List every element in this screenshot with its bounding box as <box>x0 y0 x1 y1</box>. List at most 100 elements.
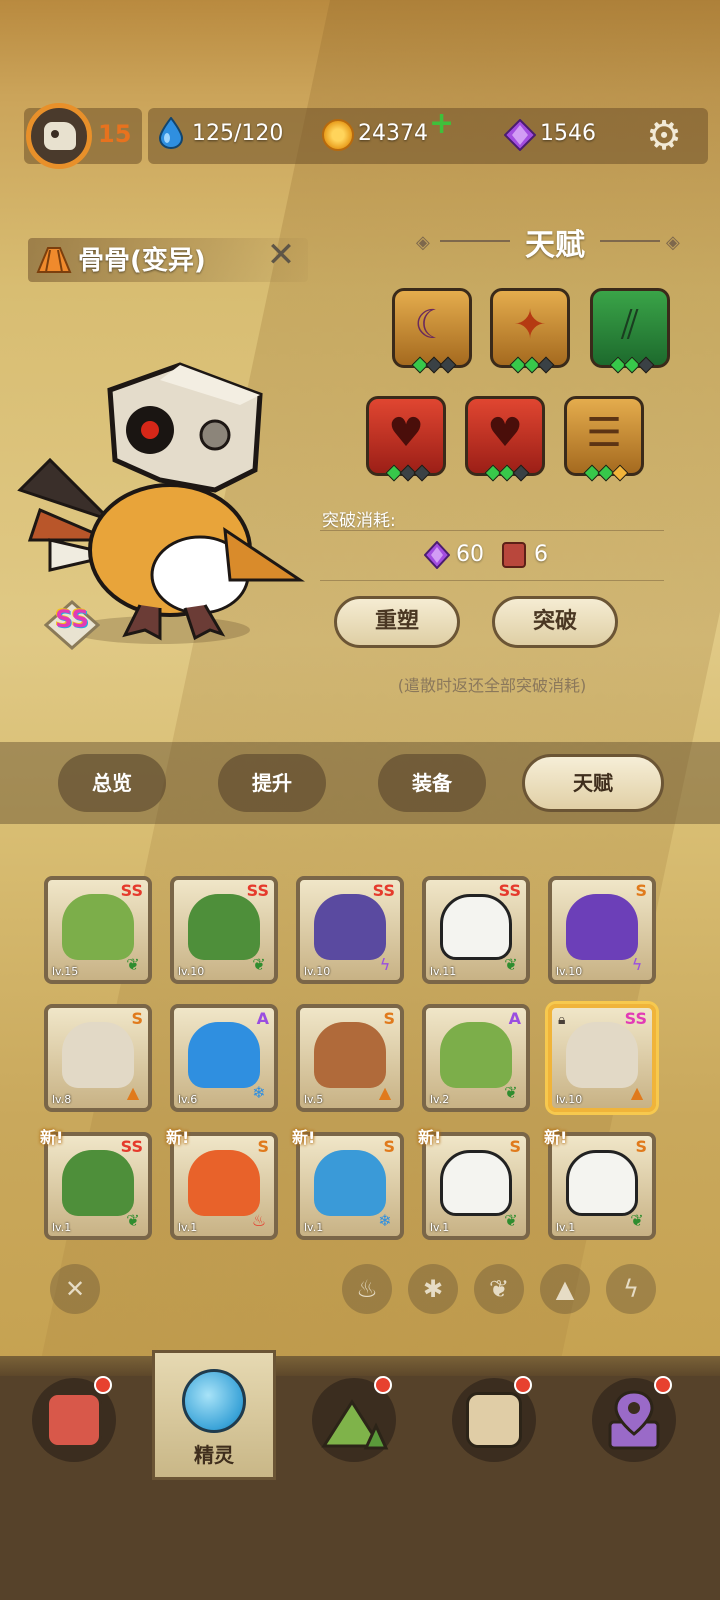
pet-card[interactable]: 新! SS lv.1 ❦ <box>40 1128 152 1240</box>
gem-value: 1546 <box>540 121 596 146</box>
pet-grade: SS <box>372 881 395 900</box>
leaf-icon: ❦ <box>126 955 140 974</box>
lightning-icon: ϟ <box>379 955 391 974</box>
avatar-eye <box>51 130 59 138</box>
pet-portrait <box>188 1150 260 1216</box>
talent-skill-6[interactable]: ☰ <box>564 396 644 482</box>
reshape-button[interactable]: 重塑 <box>334 596 460 648</box>
pet-grade: A <box>508 1009 521 1028</box>
nav-mountain-button[interactable] <box>312 1376 396 1462</box>
energy-value: 125/120 <box>192 121 284 146</box>
pet-card[interactable]: 新! S lv.1 ♨ <box>166 1128 278 1240</box>
filter-ice-icon[interactable]: ✱ <box>408 1264 458 1314</box>
pet-portrait <box>314 1150 386 1216</box>
nav-map-button[interactable] <box>592 1376 676 1462</box>
pet-card[interactable]: SS lv.10 ϟ <box>296 876 404 984</box>
pet-portrait <box>440 894 512 960</box>
notification-dot <box>94 1376 112 1394</box>
pet-card-selected[interactable]: 🔒︎ SS lv.10 ▲ <box>548 1004 656 1112</box>
stack-icon: ☰ <box>586 410 622 456</box>
pet-portrait <box>62 1022 134 1088</box>
pet-portrait <box>440 1022 512 1088</box>
pet-card[interactable]: 新! S lv.1 ❦ <box>418 1128 530 1240</box>
pet-grade: SS <box>120 1137 143 1156</box>
broken-heart-icon: ♥ <box>388 410 424 456</box>
pet-level: lv.10 <box>178 965 205 978</box>
filter-ground-icon[interactable]: ▲ <box>540 1264 590 1314</box>
pet-card[interactable]: SS lv.11 ❦ <box>422 876 530 984</box>
pet-card[interactable]: SS lv.10 ❦ <box>170 876 278 984</box>
pet-card[interactable]: S lv.8 ▲ <box>44 1004 152 1112</box>
dismiss-pet-close-icon[interactable]: ✕ <box>264 238 298 272</box>
pet-card[interactable]: SS lv.15 ❦ <box>44 876 152 984</box>
pet-card[interactable]: S lv.5 ▲ <box>296 1004 404 1112</box>
settings-gear-icon[interactable]: ⚙ <box>642 114 686 158</box>
leaf-icon: ❦ <box>252 955 266 974</box>
fire-icon: ♨ <box>251 1211 267 1230</box>
nav-chest-button[interactable] <box>452 1376 536 1462</box>
tab-equipment[interactable]: 装备 <box>378 754 486 812</box>
new-tag: 新! <box>166 1128 190 1147</box>
cost-gems-value: 60 <box>456 542 484 567</box>
pet-grade: S <box>635 881 647 900</box>
new-tag: 新! <box>292 1128 316 1147</box>
pet-grade: A <box>256 1009 269 1028</box>
pet-grade: S <box>257 1137 269 1156</box>
pet-grade: SS <box>120 881 143 900</box>
broken-heart-icon: ♥ <box>487 410 523 456</box>
breakthrough-button[interactable]: 突破 <box>492 596 618 648</box>
coin-value: 24374 <box>358 121 428 146</box>
lightning-icon: ϟ <box>631 955 643 974</box>
pet-card[interactable]: A lv.2 ❦ <box>422 1004 530 1112</box>
pet-grade: S <box>509 1137 521 1156</box>
tab-overview[interactable]: 总览 <box>58 754 166 812</box>
talent-skill-4[interactable]: ♥ <box>366 396 446 482</box>
pet-level: lv.1 <box>556 1221 576 1234</box>
new-tag: 新! <box>418 1128 442 1147</box>
leaf-icon: ❦ <box>630 1211 644 1230</box>
tab-upgrade[interactable]: 提升 <box>218 754 326 812</box>
clear-filter-close-icon[interactable]: ✕ <box>50 1264 100 1314</box>
talent-skill-3[interactable]: ⫽ <box>590 288 670 374</box>
pet-level: lv.8 <box>52 1093 72 1106</box>
ice-icon: ❄ <box>252 1083 266 1102</box>
skull-avatar-icon <box>44 122 76 150</box>
filter-leaf-icon[interactable]: ❦ <box>474 1264 524 1314</box>
pet-portrait <box>188 1022 260 1088</box>
add-coins-plus-icon[interactable]: + <box>429 106 454 141</box>
talent-skill-1[interactable]: ☾ <box>392 288 472 374</box>
pet-card[interactable]: 新! S lv.1 ❄ <box>292 1128 404 1240</box>
title-ornament-right-icon: ◈ <box>666 232 680 253</box>
leaf-icon: ❦ <box>126 1211 140 1230</box>
map-pin-icon <box>608 1390 660 1450</box>
pet-portrait <box>62 1150 134 1216</box>
tab-talent[interactable]: 天赋 <box>522 754 664 812</box>
pet-grade: S <box>383 1009 395 1028</box>
notification-dot <box>654 1376 672 1394</box>
pet-level: lv.1 <box>178 1221 198 1234</box>
ground-icon: ▲ <box>126 1083 140 1102</box>
nav-device-button[interactable] <box>32 1376 116 1462</box>
filter-lightning-icon[interactable]: ϟ <box>606 1264 656 1314</box>
player-avatar[interactable] <box>26 103 92 169</box>
purple-gem-icon <box>424 541 450 569</box>
talent-skill-5[interactable]: ♥ <box>465 396 545 482</box>
separator <box>320 580 664 581</box>
crescent-icon: ☾ <box>414 302 450 348</box>
nav-spirit-button[interactable]: 精灵 <box>152 1350 276 1480</box>
breakthrough-cost-label: 突破消耗: <box>322 511 396 531</box>
pet-card[interactable]: S lv.10 ϟ <box>548 876 656 984</box>
talent-skill-2[interactable]: ✦ <box>490 288 570 374</box>
filter-fire-icon[interactable]: ♨ <box>342 1264 392 1314</box>
pet-card[interactable]: A lv.6 ❄ <box>170 1004 278 1112</box>
spirit-icon <box>182 1369 246 1433</box>
ground-icon: ▲ <box>630 1083 644 1102</box>
pet-grade: SS <box>498 881 521 900</box>
pet-grade-text: SS <box>55 605 89 633</box>
leaf-icon: ❦ <box>504 1211 518 1230</box>
pet-grade: S <box>383 1137 395 1156</box>
pet-portrait <box>566 1150 638 1216</box>
claw-icon: ⫽ <box>621 302 639 348</box>
pet-card[interactable]: 新! S lv.1 ❦ <box>544 1128 656 1240</box>
device-icon <box>46 1392 102 1448</box>
